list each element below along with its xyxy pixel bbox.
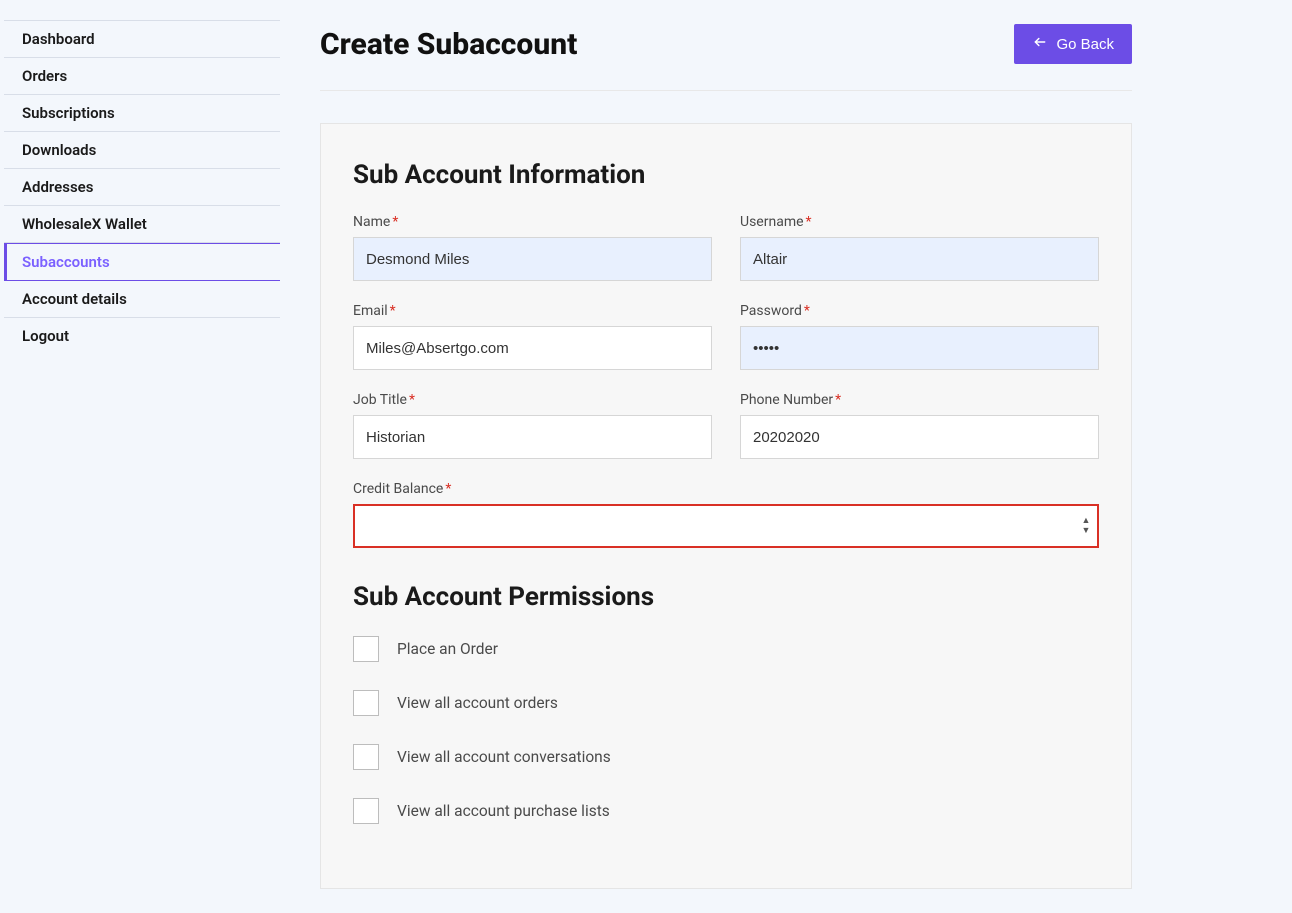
permission-row: Place an Order — [353, 636, 1099, 662]
spinner-up-icon[interactable]: ▲ — [1079, 516, 1093, 526]
permission-label: View all account orders — [397, 694, 558, 712]
password-label: Password* — [740, 303, 1099, 319]
go-back-button[interactable]: Go Back — [1014, 24, 1132, 64]
sidebar-item-downloads[interactable]: Downloads — [4, 131, 280, 168]
number-spinner: ▲ ▼ — [1079, 516, 1093, 536]
arrow-left-icon — [1032, 35, 1048, 53]
job-title-input[interactable] — [353, 415, 712, 459]
section-heading-permissions: Sub Account Permissions — [353, 582, 1099, 612]
credit-balance-label: Credit Balance* — [353, 481, 1099, 497]
permission-checkbox-view-orders[interactable] — [353, 690, 379, 716]
email-input[interactable] — [353, 326, 712, 370]
permission-checkbox-place-order[interactable] — [353, 636, 379, 662]
sidebar-item-account-details[interactable]: Account details — [4, 281, 280, 318]
sidebar-item-addresses[interactable]: Addresses — [4, 168, 280, 205]
sidebar: Dashboard Orders Subscriptions Downloads… — [0, 0, 280, 913]
sidebar-item-subaccounts[interactable]: Subaccounts — [4, 243, 280, 281]
phone-input[interactable] — [740, 415, 1099, 459]
permission-label: View all account purchase lists — [397, 802, 610, 820]
username-input[interactable] — [740, 237, 1099, 281]
password-input[interactable] — [740, 326, 1099, 370]
permission-checkbox-view-purchase-lists[interactable] — [353, 798, 379, 824]
name-input[interactable] — [353, 237, 712, 281]
phone-label: Phone Number* — [740, 392, 1099, 408]
sidebar-item-wholesalex-wallet[interactable]: WholesaleX Wallet — [4, 205, 280, 243]
sidebar-item-dashboard[interactable]: Dashboard — [4, 20, 280, 57]
email-label: Email* — [353, 303, 712, 319]
name-label: Name* — [353, 214, 712, 230]
permission-checkbox-view-conversations[interactable] — [353, 744, 379, 770]
username-label: Username* — [740, 214, 1099, 230]
main-content: Create Subaccount Go Back Sub Account In… — [280, 0, 1292, 913]
permission-label: Place an Order — [397, 640, 498, 658]
page-header: Create Subaccount Go Back — [320, 24, 1132, 91]
credit-balance-input[interactable] — [353, 504, 1099, 548]
section-heading-info: Sub Account Information — [353, 160, 1099, 190]
permission-row: View all account purchase lists — [353, 798, 1099, 824]
sidebar-item-subscriptions[interactable]: Subscriptions — [4, 94, 280, 131]
job-title-label: Job Title* — [353, 392, 712, 408]
spinner-down-icon[interactable]: ▼ — [1079, 526, 1093, 536]
sidebar-item-orders[interactable]: Orders — [4, 57, 280, 94]
go-back-label: Go Back — [1056, 36, 1114, 53]
sidebar-item-logout[interactable]: Logout — [4, 318, 280, 354]
form-panel: Sub Account Information Name* Username* … — [320, 123, 1132, 889]
permission-label: View all account conversations — [397, 748, 611, 766]
page-title: Create Subaccount — [320, 27, 577, 62]
permission-row: View all account conversations — [353, 744, 1099, 770]
permission-row: View all account orders — [353, 690, 1099, 716]
